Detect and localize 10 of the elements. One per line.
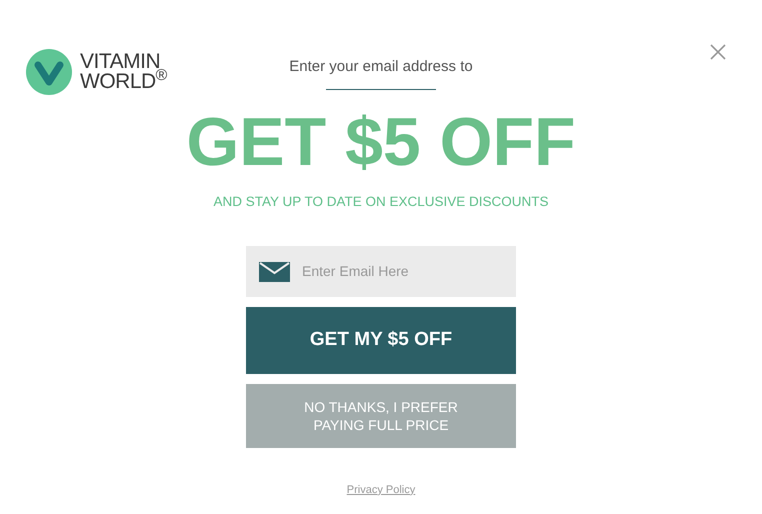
close-icon[interactable] xyxy=(710,44,726,60)
logo-icon xyxy=(26,49,72,95)
headline: GET $5 OFF xyxy=(186,102,576,182)
subheadline: AND STAY UP TO DATE ON EXCLUSIVE DISCOUNTS xyxy=(213,192,549,210)
email-field[interactable]: Enter Email Here xyxy=(246,246,516,297)
decline-button[interactable]: NO THANKS, I PREFER PAYING FULL PRICE xyxy=(246,384,516,448)
privacy-policy-link[interactable]: Privacy Policy xyxy=(346,482,416,498)
intro-text: Enter your email address to xyxy=(289,57,473,77)
envelope-icon xyxy=(259,262,290,282)
get-discount-button[interactable]: GET MY $5 OFF xyxy=(246,306,516,374)
